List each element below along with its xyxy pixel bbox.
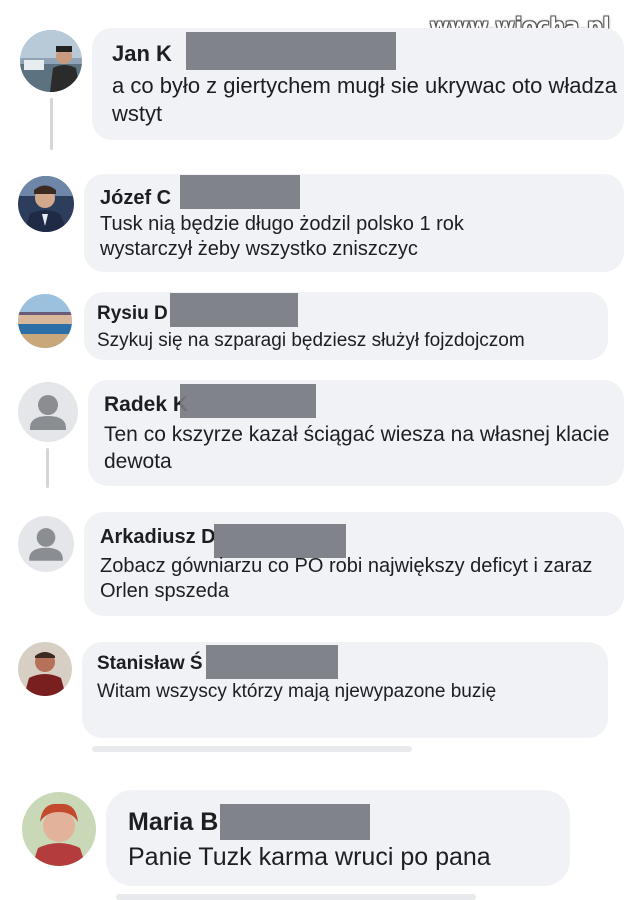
comment-text: Witam wszyscy którzy mają njewypazone bu… [97,681,497,702]
photo-avatar-man-cap-icon[interactable] [20,30,82,92]
cropped-text-fragment [116,894,476,900]
redaction-box [180,384,316,418]
comment-text: Ten co kszyrze kazał ściągać wiesza na w… [104,423,610,473]
photo-avatar-man-icon[interactable] [18,642,72,696]
photo-avatar-landscape-icon[interactable] [18,294,72,348]
comment-author[interactable]: Radek K [104,393,188,417]
comment-bubble: Stanisław Ś Witam wszyscy którzy mają nj… [82,642,608,738]
redaction-box [170,293,298,327]
redaction-box [186,32,396,70]
cropped-text-fragment [92,746,412,752]
comment-text: Panie Tuzk karma wruci po pana [128,843,491,871]
thread-line [46,448,49,488]
comment-author[interactable]: Arkadiusz D [100,526,216,549]
default-avatar-icon[interactable] [18,516,74,572]
redaction-box [206,645,338,679]
comment-text: Szykuj się na szparagi będziesz służył f… [97,330,525,351]
comment-text: Zobacz gówniarzu co PO robi największy d… [100,555,593,603]
redaction-box [220,804,370,840]
redaction-box [180,175,300,209]
comment-author[interactable]: Józef C [100,187,171,210]
comment-author[interactable]: Stanisław Ś [97,653,203,675]
comment-bubble: Józef C Tusk nią będzie długo żodzil pol… [84,174,624,272]
comment-author[interactable]: Maria B [128,808,218,837]
photo-avatar-man-suit-icon[interactable] [18,176,74,232]
comment-bubble: Maria B Panie Tuzk karma wruci po pana [106,790,570,886]
comment-text: a co było z giertychem mugł sie ukrywac … [112,73,617,126]
comment-bubble: Rysiu D Szykuj się na szparagi będziesz … [84,292,608,360]
redaction-box [214,524,346,558]
default-avatar-icon[interactable] [18,382,78,442]
thread-line [50,98,53,150]
comment-author[interactable]: Rysiu D [97,303,168,325]
comment-bubble: Arkadiusz D Zobacz gówniarzu co PO robi … [84,512,624,616]
comment-author[interactable]: Jan K [112,41,172,67]
photo-avatar-woman-icon[interactable] [22,792,96,866]
comment-bubble: Radek K Ten co kszyrze kazał ściągać wie… [88,380,624,486]
comment-bubble: Jan K a co było z giertychem mugł sie uk… [92,28,624,140]
comment-text: Tusk nią będzie długo żodzil polsko 1 ro… [100,213,464,261]
